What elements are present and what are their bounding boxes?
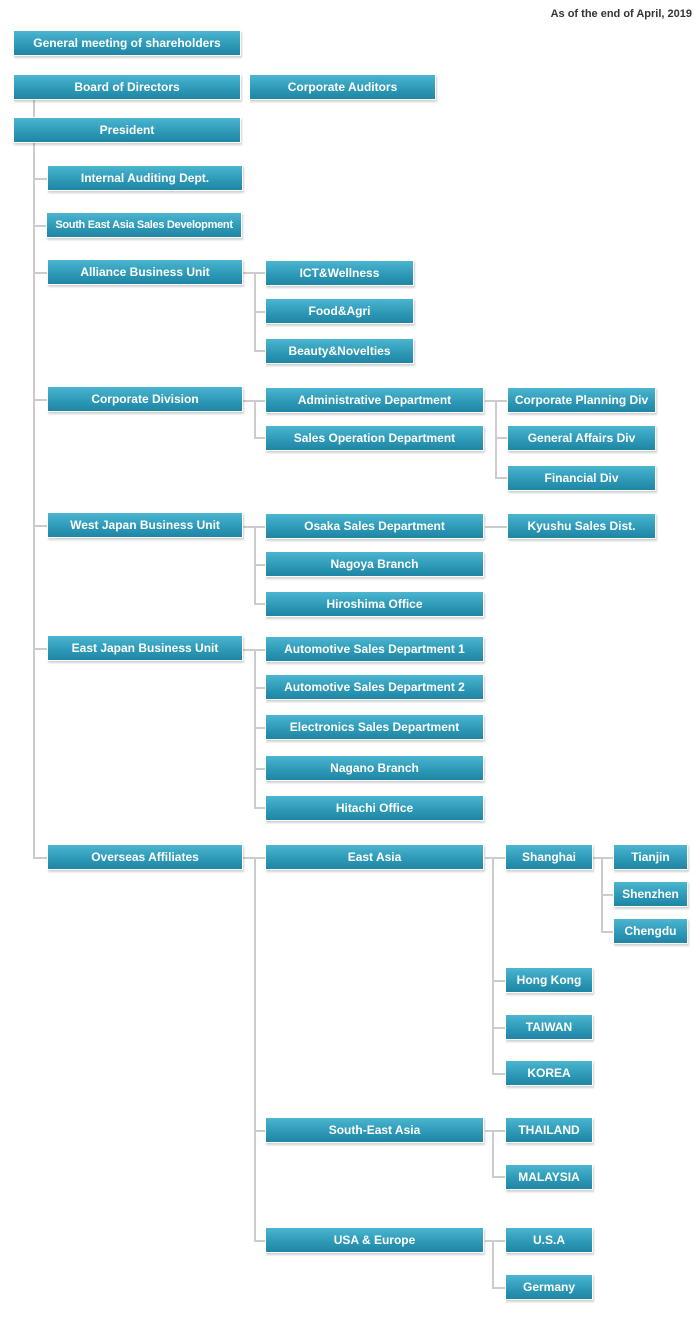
connector: [485, 857, 505, 859]
node-usa-europe[interactable]: USA & Europe: [265, 1227, 484, 1253]
connector: [254, 400, 256, 438]
node-korea[interactable]: KOREA: [505, 1060, 593, 1086]
connector: [254, 807, 265, 809]
node-overseas-affiliates[interactable]: Overseas Affiliates: [47, 844, 243, 870]
node-automotive-sales-1[interactable]: Automotive Sales Department 1: [265, 636, 484, 662]
connector: [254, 768, 265, 770]
connector: [485, 1240, 505, 1242]
connector: [492, 1240, 494, 1288]
connector: [254, 687, 265, 689]
connector: [254, 1240, 265, 1242]
connector: [33, 143, 35, 859]
node-shanghai[interactable]: Shanghai: [505, 844, 593, 870]
connector: [495, 477, 507, 479]
node-hong-kong[interactable]: Hong Kong: [505, 967, 593, 993]
node-tianjin[interactable]: Tianjin: [613, 844, 688, 870]
node-internal-auditing[interactable]: Internal Auditing Dept.: [47, 165, 243, 191]
node-corporate-auditors[interactable]: Corporate Auditors: [249, 74, 436, 100]
as-of-date: As of the end of April, 2019: [550, 8, 692, 20]
node-taiwan[interactable]: TAIWAN: [505, 1014, 593, 1040]
node-shareholders[interactable]: General meeting of shareholders: [13, 30, 241, 56]
node-shenzhen[interactable]: Shenzhen: [613, 881, 688, 907]
connector: [33, 399, 47, 401]
node-automotive-sales-2[interactable]: Automotive Sales Department 2: [265, 674, 484, 700]
connector: [254, 437, 265, 439]
node-malaysia[interactable]: MALAYSIA: [505, 1164, 593, 1190]
node-kyushu-sales-dist[interactable]: Kyushu Sales Dist.: [507, 513, 656, 539]
connector: [492, 857, 494, 1074]
connector: [492, 1027, 505, 1029]
node-nagano-branch[interactable]: Nagano Branch: [265, 755, 484, 781]
node-board-of-directors[interactable]: Board of Directors: [13, 74, 241, 100]
connector: [492, 1176, 505, 1178]
connector: [492, 1130, 494, 1177]
connector: [485, 1130, 505, 1132]
node-corporate-planning-div[interactable]: Corporate Planning Div: [507, 387, 656, 413]
connector: [601, 894, 613, 896]
connector: [492, 1287, 505, 1289]
node-west-japan-business-unit[interactable]: West Japan Business Unit: [47, 512, 243, 538]
connector: [254, 564, 265, 566]
connector: [485, 526, 507, 528]
connector: [495, 437, 507, 439]
node-financial-div[interactable]: Financial Div: [507, 465, 656, 491]
connector: [492, 980, 505, 982]
node-hitachi-office[interactable]: Hitachi Office: [265, 795, 484, 821]
connector: [254, 1130, 265, 1132]
node-electronics-sales[interactable]: Electronics Sales Department: [265, 714, 484, 740]
node-nagoya-branch[interactable]: Nagoya Branch: [265, 551, 484, 577]
node-thailand[interactable]: THAILAND: [505, 1117, 593, 1143]
node-hiroshima-office[interactable]: Hiroshima Office: [265, 591, 484, 617]
connector: [33, 857, 47, 859]
connector: [593, 857, 613, 859]
node-administrative-department[interactable]: Administrative Department: [265, 387, 484, 413]
connector: [495, 400, 497, 478]
node-president[interactable]: President: [13, 117, 241, 143]
node-east-asia[interactable]: East Asia: [265, 844, 484, 870]
connector: [33, 100, 35, 118]
connector: [33, 272, 47, 274]
node-osaka-sales-department[interactable]: Osaka Sales Department: [265, 513, 484, 539]
connector: [33, 525, 47, 527]
node-sea-sales-development[interactable]: South East Asia Sales Development: [46, 212, 242, 238]
connector: [33, 648, 47, 650]
connector: [254, 857, 256, 1241]
connector: [492, 1073, 505, 1075]
node-east-japan-business-unit[interactable]: East Japan Business Unit: [47, 635, 243, 661]
connector: [601, 931, 613, 933]
node-usa[interactable]: U.S.A: [505, 1227, 593, 1253]
connector: [254, 727, 265, 729]
node-corporate-division[interactable]: Corporate Division: [47, 386, 243, 412]
node-alliance-business-unit[interactable]: Alliance Business Unit: [47, 259, 243, 285]
node-chengdu[interactable]: Chengdu: [613, 918, 688, 944]
node-south-east-asia[interactable]: South-East Asia: [265, 1117, 484, 1143]
connector: [254, 350, 265, 352]
connector: [33, 225, 47, 227]
connector: [33, 178, 47, 180]
connector: [254, 603, 265, 605]
node-sales-operation-department[interactable]: Sales Operation Department: [265, 425, 484, 451]
node-beauty-novelties[interactable]: Beauty&Novelties: [265, 338, 414, 364]
node-ict-wellness[interactable]: ICT&Wellness: [265, 260, 414, 286]
node-germany[interactable]: Germany: [505, 1274, 593, 1300]
node-food-agri[interactable]: Food&Agri: [265, 298, 414, 324]
node-general-affairs-div[interactable]: General Affairs Div: [507, 425, 656, 451]
connector: [254, 311, 265, 313]
